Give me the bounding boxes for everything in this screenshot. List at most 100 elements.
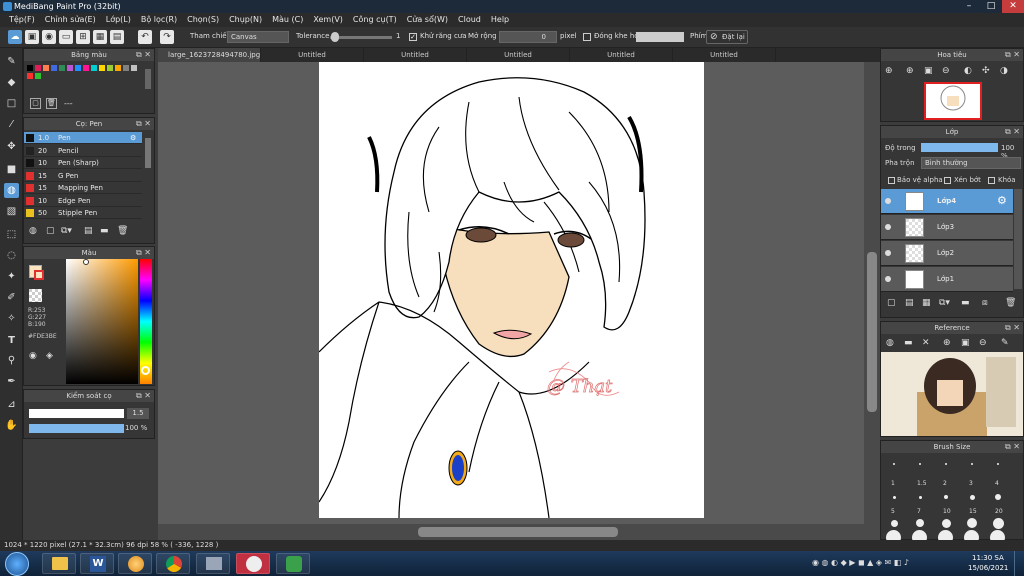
- tray-icons[interactable]: ◉ ◍ ◐ ◆ ▶ ◼ ▲ ◈ ✉ ◧ ♪: [812, 558, 909, 567]
- layer-item-2[interactable]: Lớp2: [881, 241, 1013, 266]
- panel-menu-icon[interactable]: ⧉ ✕: [1005, 126, 1020, 138]
- reference-eyedropper-icon[interactable]: ✎: [1001, 338, 1009, 348]
- minimize-button[interactable]: –: [958, 0, 980, 13]
- brush-size-dot[interactable]: [916, 519, 924, 527]
- tab-document-1[interactable]: large_1623728494780.jpg: [158, 48, 261, 62]
- reference-image[interactable]: [881, 352, 1023, 436]
- brush-folder-icon[interactable]: ▬: [100, 226, 109, 236]
- menu-file[interactable]: Tệp(F): [4, 13, 40, 27]
- menu-layer[interactable]: Lớp(L): [101, 13, 136, 27]
- horizontal-scroll-thumb[interactable]: [418, 527, 618, 537]
- panel-menu-icon[interactable]: ⧉ ✕: [136, 390, 151, 402]
- panel-menu-icon[interactable]: ⧉ ✕: [136, 49, 151, 61]
- menu-window[interactable]: Cửa sổ(W): [402, 13, 453, 27]
- menu-select[interactable]: Chọn(S): [182, 13, 224, 27]
- antialias-checkbox[interactable]: ✓: [409, 33, 417, 41]
- menu-tools[interactable]: Công cụ(T): [348, 13, 402, 27]
- tab-document-3[interactable]: Untitled: [364, 48, 467, 62]
- menu-cloud[interactable]: Cloud: [453, 13, 486, 27]
- menu-capture[interactable]: Chụp(N): [224, 13, 267, 27]
- brush-size-slider[interactable]: [29, 409, 124, 418]
- pen-tool-icon[interactable]: ✎: [4, 54, 19, 69]
- reference-fit-icon[interactable]: ▣: [961, 338, 970, 348]
- clipping-checkbox[interactable]: [944, 177, 951, 184]
- taskbar-app3[interactable]: [118, 553, 152, 574]
- brush-size-value[interactable]: 1.5: [127, 408, 149, 419]
- tab-document-5[interactable]: Untitled: [570, 48, 673, 62]
- color-wheel-icon[interactable]: ◉: [29, 351, 37, 361]
- panel-menu-icon[interactable]: ⧉ ✕: [1005, 441, 1020, 453]
- gear-icon[interactable]: ⚙: [130, 132, 136, 144]
- reference-cloud-icon[interactable]: ◍: [886, 338, 894, 348]
- panel-menu-icon[interactable]: ⧉ ✕: [136, 247, 151, 259]
- brush-size-dot[interactable]: [892, 495, 896, 499]
- halftone-layer-icon[interactable]: ▦: [922, 298, 931, 308]
- select-eraser-icon[interactable]: ✧: [4, 311, 19, 326]
- expand-stepper[interactable]: 0: [499, 31, 557, 43]
- grid-icon[interactable]: ▦: [93, 30, 107, 44]
- visibility-icon[interactable]: [885, 276, 891, 282]
- magic-wand-icon[interactable]: ✦: [4, 269, 19, 284]
- background-color[interactable]: [29, 289, 42, 302]
- visibility-icon[interactable]: [885, 224, 891, 230]
- menu-view[interactable]: Xem(V): [308, 13, 348, 27]
- panel-menu-icon[interactable]: ⧉ ✕: [1005, 49, 1020, 61]
- brush-item[interactable]: 10 Pen (Sharp): [24, 157, 142, 169]
- lock-checkbox[interactable]: [988, 177, 995, 184]
- reference-open-icon[interactable]: ▬: [904, 338, 913, 348]
- reference-zoom-in-icon[interactable]: ⊕: [943, 338, 951, 348]
- new-layer-icon[interactable]: ▢: [887, 298, 896, 308]
- menu-filter[interactable]: Bộ lọc(R): [136, 13, 182, 27]
- fill-rect-tool-icon[interactable]: ■: [4, 162, 19, 177]
- zoom-in-icon[interactable]: ⊕: [885, 66, 893, 76]
- reference-close-icon[interactable]: ✕: [922, 338, 930, 348]
- rotate-right-icon[interactable]: ◑: [1000, 66, 1008, 76]
- eyedropper-tool-icon[interactable]: ⊿: [4, 397, 19, 412]
- maximize-button[interactable]: □: [980, 0, 1002, 13]
- panel-icon[interactable]: ▤: [110, 30, 124, 44]
- delete-layer-icon[interactable]: 🗑: [1005, 298, 1016, 308]
- taskbar-word[interactable]: W: [80, 553, 114, 574]
- tab-document-6[interactable]: Untitled: [673, 48, 776, 62]
- eraser-tool-icon[interactable]: ◆: [4, 75, 19, 90]
- delete-color-icon[interactable]: 🗑: [46, 98, 57, 109]
- add-color-icon[interactable]: ▢: [30, 98, 41, 109]
- vertical-scrollbar[interactable]: [864, 62, 880, 540]
- horizontal-scrollbar[interactable]: [158, 524, 864, 540]
- merge-layer-icon[interactable]: ⧈: [982, 298, 988, 308]
- cloud-icon[interactable]: ☁: [8, 30, 22, 44]
- frame-icon[interactable]: ▭: [59, 30, 73, 44]
- panel-menu-icon[interactable]: ⧉ ✕: [136, 118, 151, 130]
- brush-size-dot[interactable]: [997, 463, 999, 465]
- redo-icon[interactable]: ↷: [160, 30, 174, 44]
- layer-item-4[interactable]: Lớp4 ⚙: [881, 189, 1013, 214]
- menu-color[interactable]: Màu (C): [267, 13, 308, 27]
- reference-zoom-out-icon[interactable]: ⊖: [979, 338, 987, 348]
- undo-icon[interactable]: ↶: [138, 30, 152, 44]
- layer-item-3[interactable]: Lớp3: [881, 215, 1013, 240]
- brush-size-dot[interactable]: [919, 463, 921, 465]
- lasso-tool-icon[interactable]: ◌: [4, 248, 19, 263]
- brush-size-dot[interactable]: [941, 518, 951, 528]
- rotate-left-icon[interactable]: ◐: [964, 66, 972, 76]
- comment-icon[interactable]: ◉: [42, 30, 56, 44]
- brush-add-icon[interactable]: ◍: [29, 226, 37, 236]
- color-bar-scrollbar[interactable]: [145, 69, 151, 89]
- save-icon[interactable]: ▣: [25, 30, 39, 44]
- reference-select[interactable]: Canvas: [227, 31, 289, 43]
- hue-handle[interactable]: [141, 366, 150, 375]
- brush-size-dot[interactable]: [969, 494, 975, 500]
- close-gap-checkbox[interactable]: [583, 33, 591, 41]
- reset-button[interactable]: ⊘ Đặt lại: [706, 30, 748, 44]
- brush-opacity-slider[interactable]: [29, 424, 124, 433]
- tab-document-4[interactable]: Untitled: [467, 48, 570, 62]
- text-tool-icon[interactable]: T: [4, 333, 19, 348]
- brush-settings-icon[interactable]: ▤: [84, 226, 93, 236]
- brush-size-dot[interactable]: [945, 463, 947, 465]
- brush-size-dot[interactable]: [890, 519, 898, 527]
- visibility-icon[interactable]: [885, 198, 891, 204]
- brush-new-icon[interactable]: ▢: [46, 226, 55, 236]
- layer-item-1[interactable]: Lớp1: [881, 267, 1013, 292]
- brush-item[interactable]: 15 Mapping Pen: [24, 182, 142, 194]
- show-desktop-button[interactable]: [1014, 551, 1024, 576]
